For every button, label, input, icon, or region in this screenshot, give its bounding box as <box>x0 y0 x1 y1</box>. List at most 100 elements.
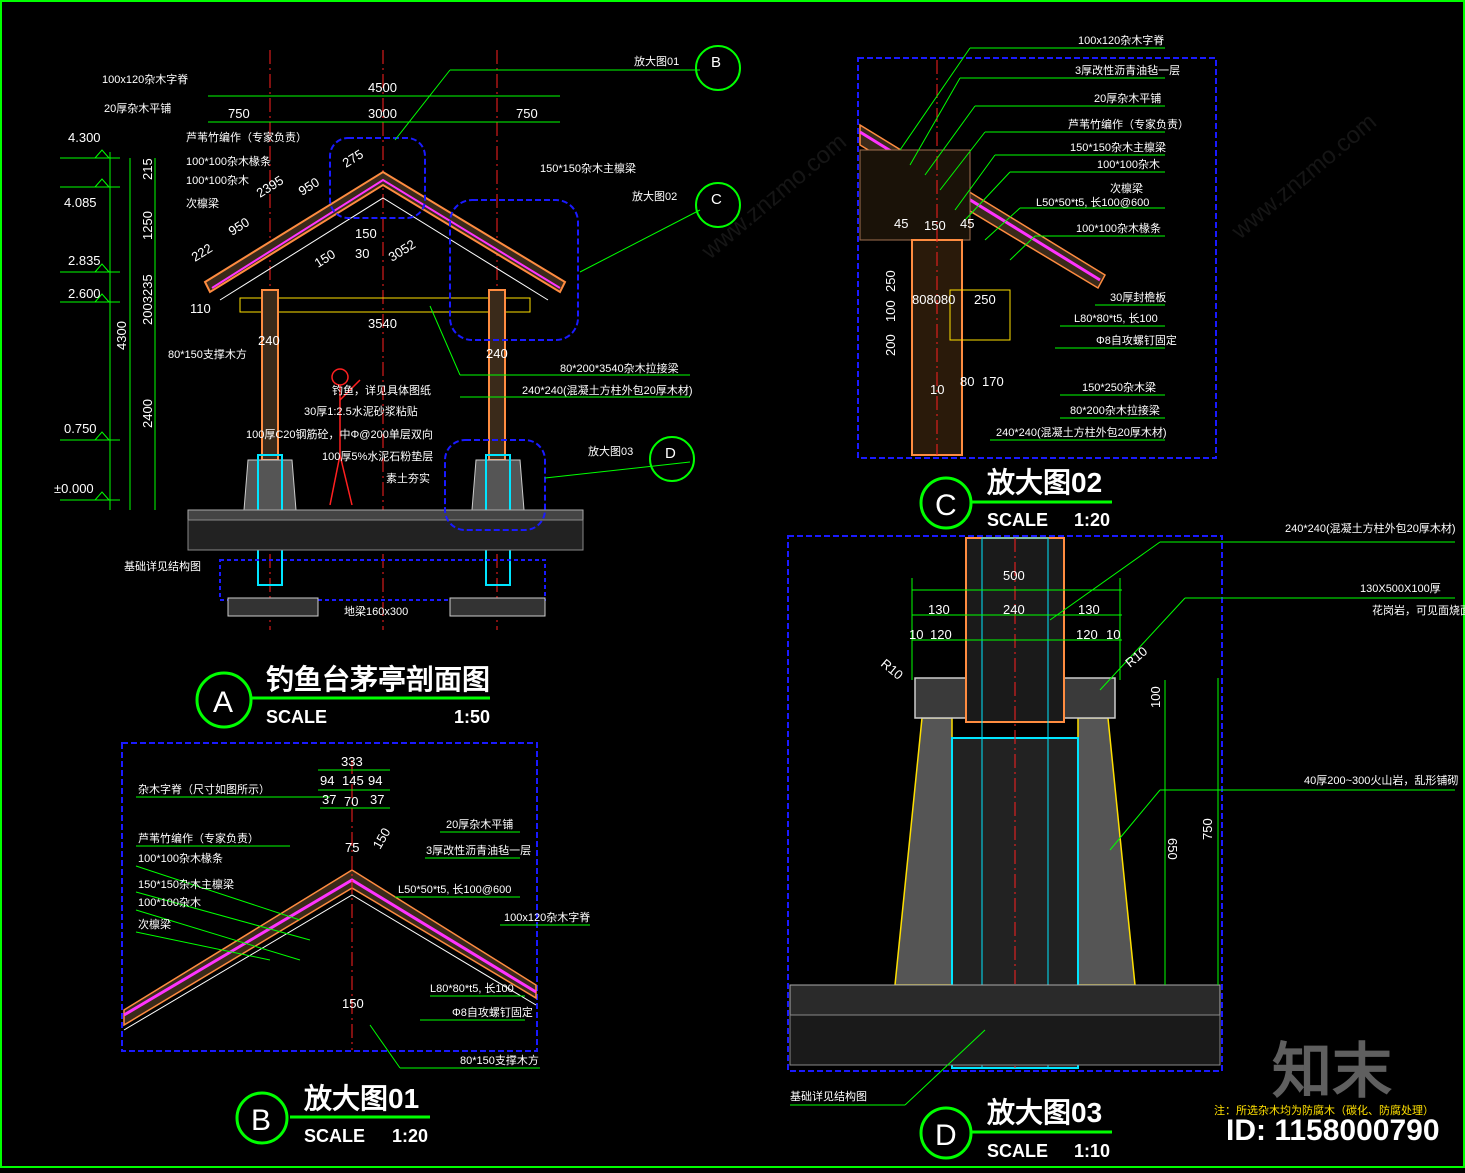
dim-col-240-left: 240 <box>258 333 280 348</box>
d02-dim-170: 170 <box>982 374 1004 389</box>
d01-note-purlin: 次檩梁 <box>138 917 171 931</box>
d01-note-ridge-cap: 100x120杂木字脊 <box>504 910 590 924</box>
d01-dim-70: 70 <box>344 794 358 809</box>
d02-note-plank: 20厚杂木平铺 <box>1094 92 1161 105</box>
note-a-tie-beam: 80*200*3540杂木拉接梁 <box>560 361 679 375</box>
d01-note-angle: L50*50*t5, 长100@600 <box>398 883 511 896</box>
level-4085: 4.085 <box>64 195 97 210</box>
note-a-timber: 100*100杂木 <box>186 174 249 187</box>
d01-dim-145: 145 <box>342 773 364 788</box>
dim-eave-right: 750 <box>516 106 538 121</box>
d03-dim-100: 100 <box>1148 686 1163 708</box>
title-c-scale-word: SCALE <box>987 510 1048 530</box>
title-b: 放大图01 <box>303 1082 419 1114</box>
d01-dim-333: 333 <box>341 754 363 769</box>
note-a-main-purlin: 150*150杂木主檩梁 <box>540 161 636 175</box>
d01-note-screw: Φ8自攻螺钉固定 <box>452 1005 533 1019</box>
brand-id: ID: 1158000790 <box>1226 1114 1440 1147</box>
cad-drawing-sheet: 4500 3000 750 750 4300 2400 1250 215 235… <box>0 0 1465 1168</box>
note-a-plank: 20厚杂木平铺 <box>104 102 171 115</box>
title-a-scale-word: SCALE <box>266 707 327 727</box>
d03-dim-10a: 10 <box>909 627 923 642</box>
d03-dim-130a: 130 <box>928 602 950 617</box>
d01-dim-150b: 150 <box>342 996 364 1011</box>
note-a-fishing: 钓鱼，详见具体图纸 <box>332 383 431 397</box>
dim-height-4300: 4300 <box>114 321 129 350</box>
dim-215: 215 <box>140 158 155 180</box>
dim-235: 235 <box>140 274 155 296</box>
note-a-foundation: 基础详见结构图 <box>124 559 201 573</box>
dim-col-240-right: 240 <box>486 346 508 361</box>
d03-note-granite: 130X500X100厚 <box>1360 582 1441 595</box>
note-a-purlin: 次檩梁 <box>186 196 219 210</box>
note-a-soil: 素土夯实 <box>386 471 430 485</box>
d02-note-purlin: 次檩梁 <box>1110 181 1143 195</box>
d02-note-tie-beam: 80*200杂木拉接梁 <box>1070 403 1160 417</box>
d03-dim-650: 650 <box>1165 838 1180 860</box>
d02-note-timber: 100*100杂木 <box>1097 158 1160 171</box>
callout-c-letter: C <box>711 191 722 208</box>
brand-logo: 知末 <box>1272 1038 1392 1105</box>
dim-3540: 3540 <box>368 316 397 331</box>
slab-layer <box>187 519 584 551</box>
d01-note-ridge: 杂木字脊（尺寸如图所示） <box>138 782 270 796</box>
d02-note-column: 240*240(混凝土方柱外包20厚木材) <box>996 425 1167 439</box>
note-a-rafter: 100*100杂木椽条 <box>186 154 271 168</box>
d01-note-main-purlin: 150*150杂木主檩梁 <box>138 877 234 891</box>
d02-dim-100: 100 <box>883 300 898 322</box>
dim-total-4500: 4500 <box>368 80 397 95</box>
title-d-letter: D <box>935 1119 957 1152</box>
title-b-scale-word: SCALE <box>304 1126 365 1146</box>
title-a-letter: A <box>213 686 233 719</box>
title-b-letter: B <box>251 1104 271 1137</box>
d03-note-granite-finish: 花岗岩，可见面烧面 <box>1372 603 1465 617</box>
title-d: 放大图03 <box>986 1096 1102 1128</box>
dim-eave-left: 750 <box>228 106 250 121</box>
dim-110: 110 <box>190 301 211 316</box>
d02-note-fascia: 30厚封檐板 <box>1110 290 1166 304</box>
level-2600: 2.600 <box>68 286 101 301</box>
footing-right <box>449 597 546 617</box>
d02-dim-45b: 45 <box>960 216 974 231</box>
d02-dim-10: 10 <box>930 382 944 397</box>
d02-note-beam: 150*250杂木梁 <box>1082 380 1156 394</box>
base-right <box>471 459 525 511</box>
note-a-reed: 芦苇竹编作（专家负责） <box>186 130 307 144</box>
level-4300: 4.300 <box>68 130 101 145</box>
d03-note-lava: 40厚200~300火山岩，乱形铺砌 <box>1304 773 1458 787</box>
level-0750: 0.750 <box>64 421 97 436</box>
d01-dim-75: 75 <box>345 840 359 855</box>
dim-span-3000: 3000 <box>368 106 397 121</box>
d01-dim-94b: 94 <box>368 773 382 788</box>
d01-note-reed: 芦苇竹编作（专家负责） <box>138 831 259 845</box>
d01-note-plank: 20厚杂木平铺 <box>446 818 513 831</box>
note-a-slab: 100厚C20钢筋砼，中Φ@200单层双向 <box>246 427 433 441</box>
d01-note-brace: 80*150支撑木方 <box>460 1053 539 1067</box>
title-a-scale: 1:50 <box>454 707 490 727</box>
d02-note-felt: 3厚改性沥青油毡一层 <box>1075 63 1180 77</box>
dim-1250: 1250 <box>140 211 155 240</box>
title-b-scale: 1:20 <box>392 1126 428 1146</box>
d03-dim-500: 500 <box>1003 568 1025 583</box>
level-0000: ±0.000 <box>54 481 94 496</box>
base-left <box>243 459 297 511</box>
title-a: 钓鱼台茅亭剖面图 <box>266 663 490 695</box>
d02-dim-200: 200 <box>883 334 898 356</box>
detail03-slab <box>789 1014 1221 1066</box>
d01-note-rafter: 100*100杂木椽条 <box>138 851 223 865</box>
d03-dim-120a: 120 <box>930 627 952 642</box>
deck-layer <box>187 509 584 521</box>
d02-dim-808080: 808080 <box>912 292 955 307</box>
note-a-column: 240*240(混凝土方柱外包20厚木材) <box>522 383 693 397</box>
drawing-canvas: 4500 3000 750 750 4300 2400 1250 215 235… <box>0 0 1465 1168</box>
d01-note-felt: 3厚改性沥青油毡一层 <box>426 843 531 857</box>
d03-note-column: 240*240(混凝土方柱外包20厚木材) <box>1285 521 1456 535</box>
d02-note-angle80: L80*80*t5, 长100 <box>1074 312 1158 325</box>
callout-detail02: 放大图02 <box>632 189 677 203</box>
note-a-cushion: 100厚5%水泥石粉垫层 <box>322 449 433 463</box>
note-a-brace: 80*150支撑木方 <box>168 347 247 361</box>
detail03-deck <box>789 984 1221 1016</box>
d03-dim-120b: 120 <box>1076 627 1098 642</box>
title-d-scale: 1:10 <box>1074 1141 1110 1161</box>
dim-2400: 2400 <box>140 399 155 428</box>
